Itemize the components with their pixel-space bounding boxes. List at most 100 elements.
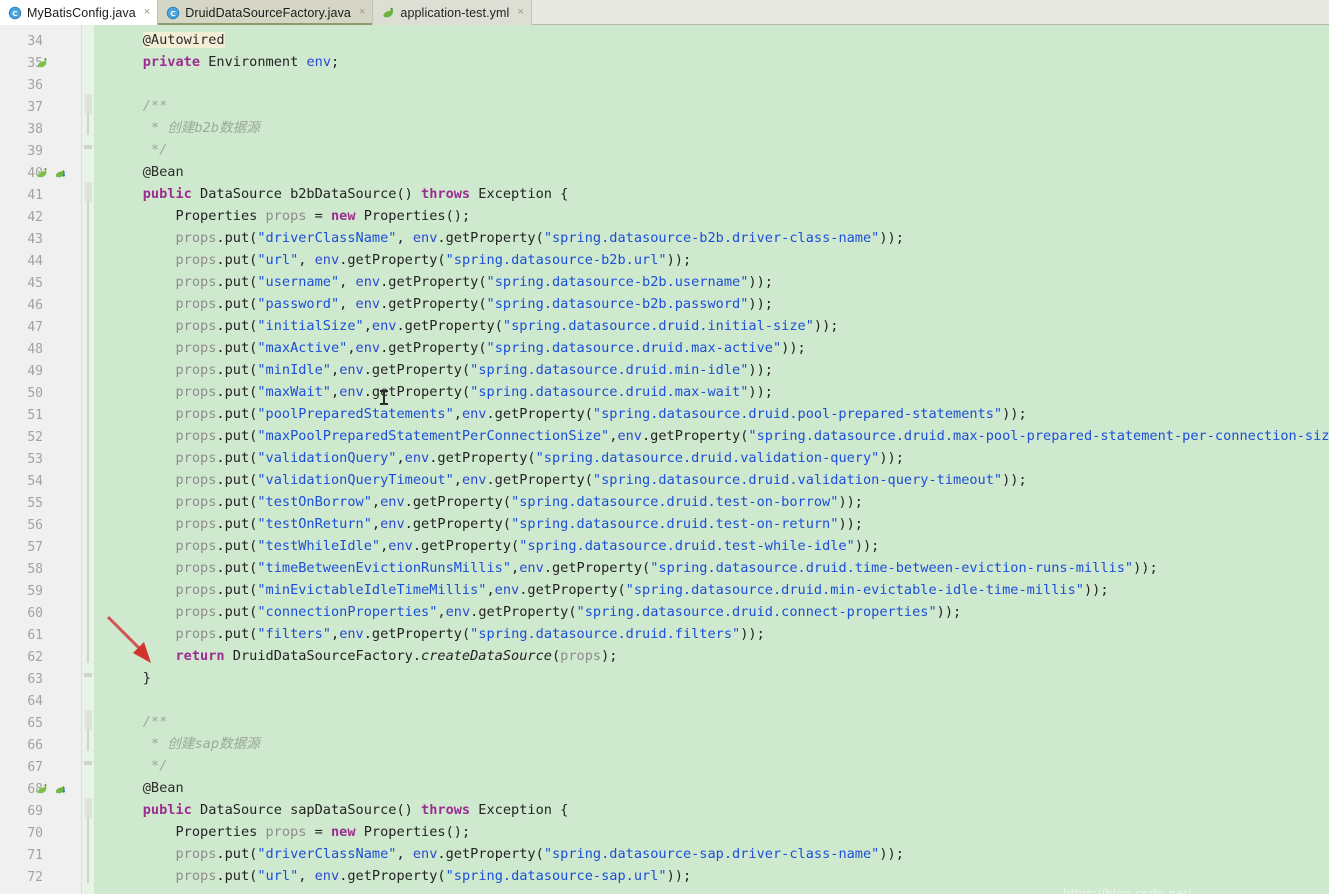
code-line[interactable]: props.put("timeBetweenEvictionRunsMillis… (110, 557, 1157, 579)
code-token-var: env (339, 362, 364, 378)
code-line[interactable]: */ (110, 139, 167, 161)
code-fold-region-line (87, 817, 89, 839)
editor-tab-2[interactable]: application-test.yml × (373, 0, 532, 25)
code-line[interactable]: props.put("username", env.getProperty("s… (110, 271, 773, 293)
code-line[interactable]: * 创建b2b数据源 (110, 117, 260, 139)
code-line[interactable]: /** (110, 95, 168, 117)
code-line[interactable]: props.put("driverClassName", env.getProp… (110, 227, 904, 249)
code-line[interactable]: props.put("connectionProperties",env.get… (110, 601, 961, 623)
code-line[interactable]: /** (110, 711, 168, 733)
code-line[interactable]: props.put("filters",env.getProperty("spr… (110, 623, 764, 645)
code-line[interactable]: props.put("testWhileIdle",env.getPropert… (110, 535, 879, 557)
code-text-area[interactable]: @Autowired private Environment env; /** … (94, 25, 1329, 894)
code-token-str: "spring.datasource-b2b.password" (486, 296, 749, 312)
gutter-marker-group[interactable] (36, 166, 68, 181)
tab-close-icon[interactable]: × (359, 7, 365, 18)
editor-tab-1[interactable]: C DruidDataSourceFactory.java × (158, 0, 374, 25)
code-fold-handle[interactable] (85, 798, 92, 818)
code-token-plain: )); (879, 230, 904, 246)
code-token-plain: )); (879, 450, 904, 466)
code-token-cmt: * 创建sap数据源 (110, 736, 260, 752)
code-fold-region-line (87, 289, 89, 311)
code-token-plain: ; (331, 54, 340, 70)
code-line[interactable]: props.put("initialSize",env.getProperty(… (110, 315, 838, 337)
code-token-str: "connectionProperties" (257, 604, 438, 620)
code-token-plain: .put( (216, 626, 258, 642)
editor-tab-bar: C MyBatisConfig.java × C DruidDataSourceFact… (0, 0, 1329, 25)
code-token-var: env (355, 274, 381, 290)
editor-tab-0[interactable]: C MyBatisConfig.java × (0, 0, 159, 25)
line-number: 70 (27, 826, 43, 841)
spring-bean-icon[interactable] (36, 166, 50, 181)
code-token-meth: createDataSource (421, 648, 552, 664)
code-line[interactable]: props.put("maxWait",env.getProperty("spr… (110, 381, 773, 403)
spring-override-icon[interactable] (54, 782, 68, 797)
code-line[interactable]: return DruidDataSourceFactory.createData… (110, 645, 617, 667)
code-line[interactable]: props.put("driverClassName", env.getProp… (110, 843, 903, 865)
code-editor[interactable]: 34 35 36 37 38 39 40 41 42 43 44 45 46 47 48 49 50 51 52 53… (0, 25, 1329, 894)
code-line[interactable]: props.put("minEvictableIdleTimeMillis",e… (110, 579, 1108, 601)
code-line[interactable]: props.put("poolPreparedStatements",env.g… (110, 403, 1026, 425)
code-token-str: "filters" (257, 626, 331, 642)
code-line[interactable]: Properties props = new Properties(); (110, 205, 470, 227)
code-fold-handle[interactable] (85, 710, 92, 730)
code-token-str: "password" (257, 296, 340, 312)
code-token-gray: props (175, 230, 217, 246)
code-token-str: "maxWait" (257, 384, 331, 400)
code-line[interactable]: @Bean (110, 777, 184, 799)
code-token-var: env (306, 54, 332, 70)
code-line[interactable]: props.put("url", env.getProperty("spring… (110, 865, 691, 887)
code-line[interactable]: public DataSource sapDataSource() throws… (110, 799, 569, 821)
spring-bean-icon[interactable] (36, 56, 50, 71)
tab-close-icon[interactable]: × (144, 7, 150, 18)
code-line[interactable]: props.put("testOnReturn",env.getProperty… (110, 513, 863, 535)
code-folding-strip[interactable] (82, 25, 94, 894)
line-number: 43 (27, 232, 43, 247)
line-number: 46 (27, 298, 43, 313)
code-line[interactable]: public DataSource b2bDataSource() throws… (110, 183, 569, 205)
gutter-marker-group[interactable] (36, 782, 68, 797)
code-token-plain: , (347, 340, 356, 356)
code-line[interactable]: */ (110, 755, 167, 777)
code-line[interactable]: @Autowired (110, 29, 225, 51)
code-token-str: "spring.datasource.druid.max-pool-prepar… (748, 428, 1329, 444)
code-fold-handle[interactable] (85, 182, 92, 202)
code-token-var: env (314, 868, 340, 884)
code-line[interactable]: props.put("testOnBorrow",env.getProperty… (110, 491, 863, 513)
code-fold-region-line (87, 641, 89, 663)
code-token-kw: public (142, 802, 192, 818)
code-line[interactable]: Properties props = new Properties(); (110, 821, 470, 843)
code-token-str: "validationQueryTimeout" (257, 472, 454, 488)
spring-bean-icon[interactable] (36, 782, 50, 797)
code-line[interactable]: props.put("maxActive",env.getProperty("s… (110, 337, 805, 359)
code-token-str: "url" (257, 868, 299, 884)
code-line[interactable]: props.put("url", env.getProperty("spring… (110, 249, 691, 271)
code-token-str: "spring.datasource.druid.min-idle" (470, 362, 749, 378)
code-token-str: "spring.datasource-sap.url" (445, 868, 667, 884)
editor-tab-label: MyBatisConfig.java (27, 5, 136, 20)
code-line[interactable]: private Environment env; (110, 51, 339, 73)
spring-override-icon[interactable] (54, 166, 68, 181)
code-token-plain: , (339, 274, 356, 290)
code-line[interactable]: props.put("password", env.getProperty("s… (110, 293, 773, 315)
code-line[interactable]: } (110, 667, 151, 689)
code-fold-region-line (87, 443, 89, 465)
code-line[interactable]: props.put("validationQueryTimeout",env.g… (110, 469, 1026, 491)
tab-close-icon[interactable]: × (517, 7, 523, 18)
code-line[interactable]: props.put("validationQuery",env.getPrope… (110, 447, 904, 469)
code-token-gray: props (175, 868, 217, 884)
code-line[interactable]: props.put("maxPoolPreparedStatementPerCo… (110, 425, 1329, 447)
code-line[interactable]: @Bean (110, 161, 184, 183)
code-fold-handle[interactable] (85, 94, 92, 114)
code-token-var: env (494, 582, 520, 598)
code-line[interactable]: props.put("minIdle",env.getProperty("spr… (110, 359, 773, 381)
code-token-str: "maxPoolPreparedStatementPerConnectionSi… (257, 428, 610, 444)
gutter-marker-group[interactable] (36, 56, 50, 71)
code-line[interactable]: * 创建sap数据源 (110, 733, 260, 755)
editor-gutter[interactable]: 34 35 36 37 38 39 40 41 42 43 44 45 46 47 48 49 50 51 52 53… (0, 25, 82, 894)
code-token-gray: props (265, 824, 307, 840)
code-token-plain: .getProperty( (380, 274, 487, 290)
code-token-plain: .getProperty( (363, 362, 471, 378)
